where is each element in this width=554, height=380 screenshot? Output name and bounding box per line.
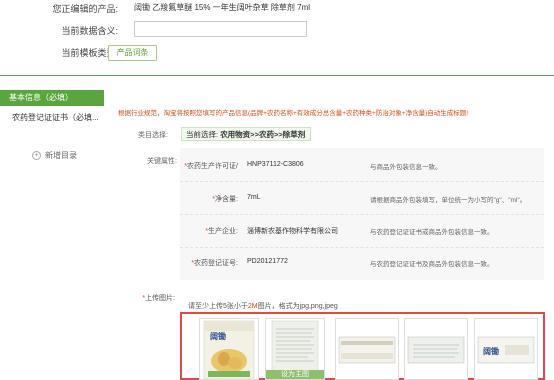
- plus-icon: +: [32, 151, 41, 161]
- data-meaning-label: 当前数据含义:: [61, 26, 118, 36]
- attr-registration-label: *农药登记证号:: [191, 260, 238, 267]
- editing-product-value: 阔锄 乙羧氟草醚 15% 一年生阔叶杂草 除草剂 7ml: [134, 3, 311, 12]
- sidebar-item-pesticide-certificate[interactable]: 农药登记证证书（必填...: [12, 112, 99, 123]
- upload-hint: 请至少上传5张小于2M图片，格式为jpg,png,jpeg: [188, 303, 338, 310]
- editing-product-label: 您正编辑的产品:: [52, 4, 118, 14]
- product-back-image: [271, 320, 319, 372]
- attr-divider: [180, 181, 544, 182]
- image-thumbnail[interactable]: 阔锄: [474, 318, 538, 380]
- set-main-image-button[interactable]: 设为主图: [266, 370, 324, 379]
- attr-license-label: *农药生产许可证/: [184, 163, 238, 170]
- attr-net-content-hint: 请根据商品外包装填写，单位统一为小写的"g"、"ml"。: [370, 197, 527, 204]
- category-prefix: 当前选择:: [186, 130, 219, 139]
- attr-manufacturer-label: *生产企业:: [205, 228, 238, 235]
- data-meaning-input[interactable]: [134, 21, 307, 37]
- svg-text:阔锄: 阔锄: [210, 331, 226, 341]
- attr-license-value[interactable]: HNP37112-C3806: [247, 161, 304, 168]
- key-attributes-label: 关键属性:: [147, 158, 177, 165]
- add-directory-button[interactable]: + 新增目录: [32, 150, 77, 161]
- thumb-brand-text: 阔锄: [483, 346, 499, 356]
- category-label: 类目选择:: [138, 132, 168, 139]
- attr-manufacturer-hint: 与农药登记证证书或商品外包装信息一致。: [370, 229, 494, 236]
- upload-area[interactable]: 阔锄 设为主图 阔锄: [180, 312, 545, 380]
- template-type-button[interactable]: 产品词条: [108, 45, 157, 61]
- attr-net-content-value[interactable]: 7mL: [247, 194, 261, 201]
- attr-net-content-label: *净含量:: [212, 196, 238, 203]
- category-selection[interactable]: 当前选择: 农用物资>>农药>>除草剂: [181, 127, 311, 141]
- category-path: 农用物资>>农药>>除草剂: [220, 130, 306, 139]
- section-divider: [0, 75, 554, 76]
- image-thumbnail[interactable]: [335, 318, 399, 380]
- attr-registration-value[interactable]: PD20121772: [247, 258, 288, 265]
- sidebar-item-basic-info[interactable]: 基本信息（必填）: [0, 90, 104, 106]
- attr-divider: [180, 247, 544, 248]
- attr-divider: [180, 214, 544, 215]
- template-type-label: 当前模板类型:: [61, 48, 118, 58]
- upload-label: *上传图片:: [142, 295, 175, 302]
- attr-manufacturer-value[interactable]: 淄博新农基作物科学有限公司: [247, 226, 338, 236]
- sidebar: 基本信息（必填） 农药登记证证书（必填... + 新增目录: [0, 90, 104, 380]
- product-package-image: 阔锄: [203, 320, 255, 379]
- title-notice: 根据行业规范，淘宝将按照您填写的产品信息(品牌+农药名称+有效成分总含量+农药种…: [118, 110, 469, 117]
- add-directory-label: 新增目录: [45, 151, 77, 160]
- attr-license-hint: 与商品外包装信息一致。: [370, 164, 442, 171]
- product-sachet-image: [407, 336, 465, 364]
- attr-registration-hint: 与农药登记证证书及商品外包装信息一致。: [370, 261, 494, 268]
- image-thumbnail[interactable]: [404, 318, 468, 380]
- product-sachet-image: 阔锄: [477, 336, 535, 364]
- image-thumbnail[interactable]: 设为主图: [265, 318, 325, 380]
- product-sachet-image: [338, 336, 396, 364]
- image-thumbnail[interactable]: 阔锄: [199, 318, 259, 380]
